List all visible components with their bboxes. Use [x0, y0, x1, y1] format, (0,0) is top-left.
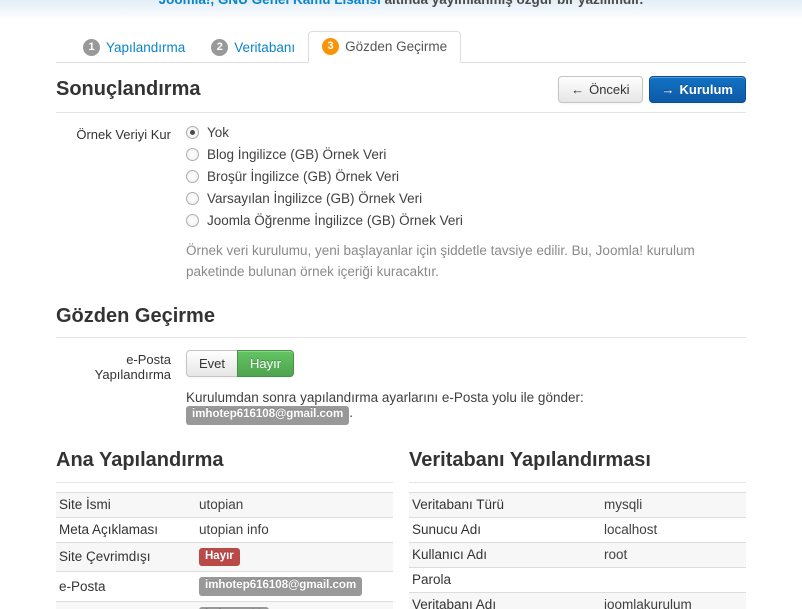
table-row: Kullanıcı Adıimhotep61 [56, 601, 393, 609]
divider [409, 481, 746, 483]
radio-button-icon[interactable] [186, 170, 199, 183]
tab-number-badge: 2 [211, 39, 229, 56]
arrow-left-icon: ← [571, 82, 585, 97]
value-badge: Hayır [199, 547, 240, 567]
row-label: Kullanıcı Adı [56, 601, 196, 609]
tab-label: Gözden Geçirme [345, 39, 448, 54]
row-value: imhotep61 [196, 601, 393, 609]
email-config-label: e-Posta Yapılandırma [94, 351, 171, 382]
sample-data-option[interactable]: Varsayılan İngilizce (GB) Örnek Veri [186, 191, 746, 206]
radio-option-label: Varsayılan İngilizce (GB) Örnek Veri [207, 191, 423, 206]
row-label: e-Posta [56, 571, 196, 602]
review-columns: Ana Yapılandırma Site İsmi utopian Meta Aç… [56, 449, 746, 609]
radio-option-label: Yok [207, 125, 230, 140]
sample-data-option[interactable]: Joomla Öğrenme İngilizce (GB) Örnek Veri [186, 213, 746, 228]
email-sentence: Kurulumdan sonra yapılandırma ayarlarını… [186, 390, 746, 425]
divider [56, 481, 393, 483]
row-value: joomlakurulum [601, 591, 746, 609]
row-value: utopian [196, 491, 393, 518]
wizard-nav-buttons: ← Önceki → Kurulum [558, 76, 746, 103]
radio-button-icon[interactable] [186, 192, 199, 205]
db-config-title: Veritabanı Yapılandırması [409, 448, 651, 471]
row-label: Site Çevrimdışı [56, 541, 196, 572]
page-title: Sonuçlandırma [56, 78, 201, 100]
install-container: 1 Yapılandırma 2 Veritabanı 3 Gözden Geçirme … [56, 31, 746, 609]
table-row: Site Çevrimdışı Hayır [56, 541, 393, 572]
row-label: Veritabanı Adı [409, 591, 601, 609]
divider [56, 112, 746, 113]
email-config-group: e-Posta Yapılandırma Evet Hayır Kurulumd… [56, 349, 746, 425]
radio-button-icon[interactable] [186, 126, 199, 139]
email-sentence-prefix: Kurulumdan sonra yapılandırma ayarlarını… [186, 389, 584, 405]
row-label: Site İsmi [56, 491, 196, 518]
table-row: Parola [409, 566, 746, 593]
previous-button[interactable]: ← Önceki [558, 76, 643, 103]
license-line: Joomla!, GNU Genel Kamu Lisansı altında … [0, 0, 802, 7]
table-row: Sunucu Adı localhost [409, 516, 746, 543]
table-row: Kullanıcı Adı root [409, 541, 746, 568]
tab-yapılandırma[interactable]: 1 Yapılandırma [70, 33, 198, 63]
radio-option-label: Broşür İngilizce (GB) Örnek Veri [207, 169, 400, 184]
sample-data-help: Örnek veri kurulumu, yeni başlayanlar iç… [186, 243, 695, 279]
row-value: root [601, 541, 746, 568]
tab-gözden-geçirme[interactable]: 3 Gözden Geçirme [308, 31, 462, 63]
radio-button-icon[interactable] [186, 148, 199, 161]
install-button-label: Kurulum [679, 82, 733, 97]
row-label: Meta Açıklaması [56, 516, 196, 543]
row-label: Sunucu Adı [409, 516, 601, 543]
row-label: Kullanıcı Adı [409, 541, 601, 568]
finalise-header: Sonuçlandırma ← Önceki → Kurulum [56, 76, 746, 103]
previous-button-label: Önceki [589, 82, 630, 97]
table-row: e-Posta imhotep616108@gmail.com [56, 571, 393, 602]
row-value: Hayır [196, 541, 393, 572]
table-row: Veritabanı Adı joomlakurulum [409, 591, 746, 609]
db-config-column: Veritabanı Yapılandırması Veritabanı Tür… [409, 449, 746, 609]
tab-label: Yapılandırma [106, 40, 186, 55]
tab-veritabanı[interactable]: 2 Veritabanı [198, 33, 308, 63]
sample-data-option[interactable]: Yok [186, 125, 746, 140]
radio-option-label: Blog İngilizce (GB) Örnek Veri [207, 147, 387, 162]
table-row: Veritabanı Türü mysqli [409, 491, 746, 518]
sample-data-option[interactable]: Broşür İngilizce (GB) Örnek Veri [186, 169, 746, 184]
value-badge: imhotep616108@gmail.com [199, 577, 363, 597]
radio-option-label: Joomla Öğrenme İngilizce (GB) Örnek Veri [207, 213, 463, 228]
tab-label: Veritabanı [234, 40, 296, 55]
review-section: Gözden Geçirme e-Posta Yapılandırma Evet… [56, 305, 746, 425]
sample-data-option[interactable]: Blog İngilizce (GB) Örnek Veri [186, 147, 746, 162]
main-config-table: Site İsmi utopian Meta Açıklaması utopian i… [56, 491, 393, 609]
row-value: localhost [601, 516, 746, 543]
email-config-toggle: Evet Hayır [186, 349, 295, 377]
db-config-table: Veritabanı Türü mysqli Sunucu Adı localhost… [409, 491, 746, 609]
row-value [601, 566, 746, 593]
wizard-tabs: 1 Yapılandırma 2 Veritabanı 3 Gözden Geçirme [56, 31, 746, 63]
sample-data-options: Yok Blog İngilizce (GB) Örnek Veri Broşür … [186, 125, 746, 228]
radio-button-icon[interactable] [186, 214, 199, 227]
row-label: Veritabanı Türü [409, 491, 601, 518]
sample-data-label: Örnek Veriyi Kur [76, 127, 171, 142]
email-config-no-button[interactable]: Hayır [237, 349, 295, 377]
row-label: Parola [409, 566, 601, 593]
license-text: altında yayımlanmış özgür bir yazılımdır… [381, 0, 643, 7]
install-button[interactable]: → Kurulum [648, 76, 746, 103]
license-link[interactable]: Joomla!, GNU Genel Kamu Lisansı [159, 0, 381, 7]
table-row: Meta Açıklaması utopian info [56, 516, 393, 543]
arrow-right-icon: → [661, 82, 675, 97]
table-row: Site İsmi utopian [56, 491, 393, 518]
divider [56, 336, 746, 338]
email-config-yes-button[interactable]: Evet [186, 349, 239, 377]
tab-number-badge: 3 [322, 38, 340, 55]
email-sentence-suffix: . [349, 404, 353, 420]
row-value: imhotep616108@gmail.com [196, 571, 393, 602]
license-bar: Joomla!, GNU Genel Kamu Lisansı altında … [0, 0, 802, 24]
sample-data-group: Örnek Veriyi Kur Yok Blog İngilizce (GB) … [56, 125, 746, 283]
email-address-badge: imhotep616108@gmail.com [186, 405, 350, 425]
review-title: Gözden Geçirme [56, 304, 215, 327]
row-value: mysqli [601, 491, 746, 518]
main-config-title: Ana Yapılandırma [56, 448, 224, 471]
tab-number-badge: 1 [83, 39, 100, 56]
row-value: utopian info [196, 516, 393, 543]
main-config-column: Ana Yapılandırma Site İsmi utopian Meta Aç… [56, 449, 393, 609]
